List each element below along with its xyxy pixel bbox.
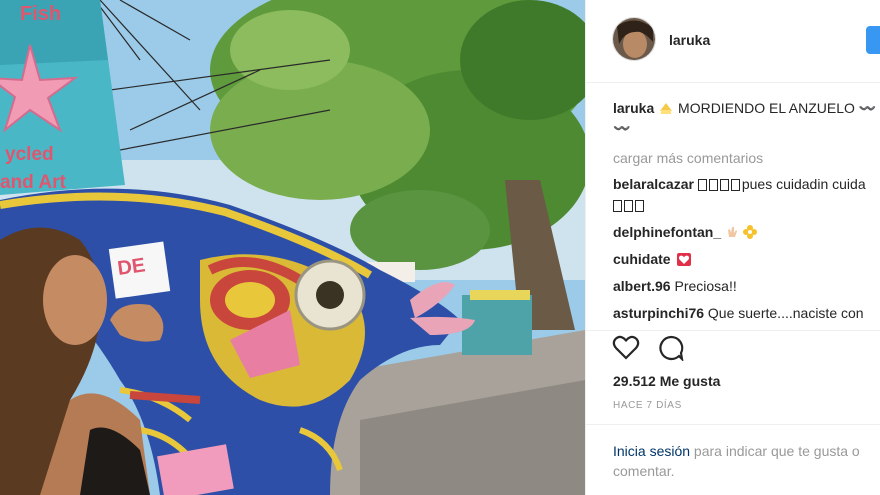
- comment-username[interactable]: belaralcazar: [613, 176, 694, 192]
- comment-text: Preciosa!!: [674, 278, 737, 294]
- post-header: laruka: [586, 0, 880, 83]
- photo-scene: Fish ycled and Art DE: [0, 0, 585, 495]
- sign-text-2: ycled: [5, 144, 54, 165]
- comment-username[interactable]: delphinefontan_: [613, 224, 721, 240]
- comment-username[interactable]: albert.96: [613, 278, 671, 294]
- comment-username[interactable]: cuhidate: [613, 251, 671, 267]
- load-more-comments-link[interactable]: cargar más comentarios: [613, 149, 880, 169]
- sign-text-3: and Art: [0, 172, 66, 193]
- login-link[interactable]: Inicia sesión: [613, 443, 690, 459]
- comments-list: laruka MORDIENDO EL ANZUELO 〰️ 〰️ cargar…: [613, 99, 880, 325]
- post-timestamp: HACE 7 DÍAS: [613, 400, 682, 411]
- post-photo[interactable]: Fish ycled and Art DE: [0, 0, 585, 495]
- sign-text-1: Fish: [20, 3, 61, 25]
- avatar[interactable]: [612, 17, 656, 61]
- heart-icon[interactable]: [612, 335, 640, 361]
- comment-username[interactable]: asturpinchi76: [613, 305, 704, 321]
- unknown-glyphs-icon: [697, 176, 742, 192]
- comment-item: asturpinchi76 Que suerte....naciste con: [613, 304, 880, 325]
- caption-username[interactable]: laruka: [613, 100, 654, 116]
- caption-text-line2: 〰️: [613, 120, 632, 136]
- held-sign-text: DE: [116, 254, 147, 280]
- caption-text: MORDIENDO EL ANZUELO 〰️: [678, 100, 877, 116]
- likes-count[interactable]: 29.512 Me gusta: [613, 373, 720, 389]
- flower-emoji-icon: [742, 225, 757, 243]
- unknown-glyphs-icon: [613, 197, 646, 213]
- comment-text: Que suerte....naciste con: [707, 305, 864, 321]
- post-sidebar: laruka laruka MORDIENDO EL ANZUELO 〰️ 〰️…: [585, 0, 880, 495]
- comment-text: pues cuidadin cuida: [741, 176, 866, 192]
- comment-item-continued: [613, 196, 880, 217]
- header-username[interactable]: laruka: [669, 32, 710, 48]
- comment-item: cuhidate: [613, 250, 880, 271]
- comment-icon[interactable]: [657, 335, 685, 363]
- comment-item: delphinefontan_: [613, 223, 880, 244]
- comment-item: belaralcazar pues cuidadin cuida: [613, 175, 880, 196]
- login-prompt: Inicia sesión para indicar que te gusta …: [613, 441, 880, 481]
- caption: laruka MORDIENDO EL ANZUELO 〰️ 〰️: [613, 99, 880, 136]
- follow-button[interactable]: [866, 26, 880, 54]
- comment-item: albert.96 Preciosa!!: [613, 277, 880, 298]
- red-heart-emoji-icon: [677, 252, 692, 266]
- hand-emoji-icon: [725, 225, 739, 243]
- fire-emoji-icon: [658, 101, 674, 119]
